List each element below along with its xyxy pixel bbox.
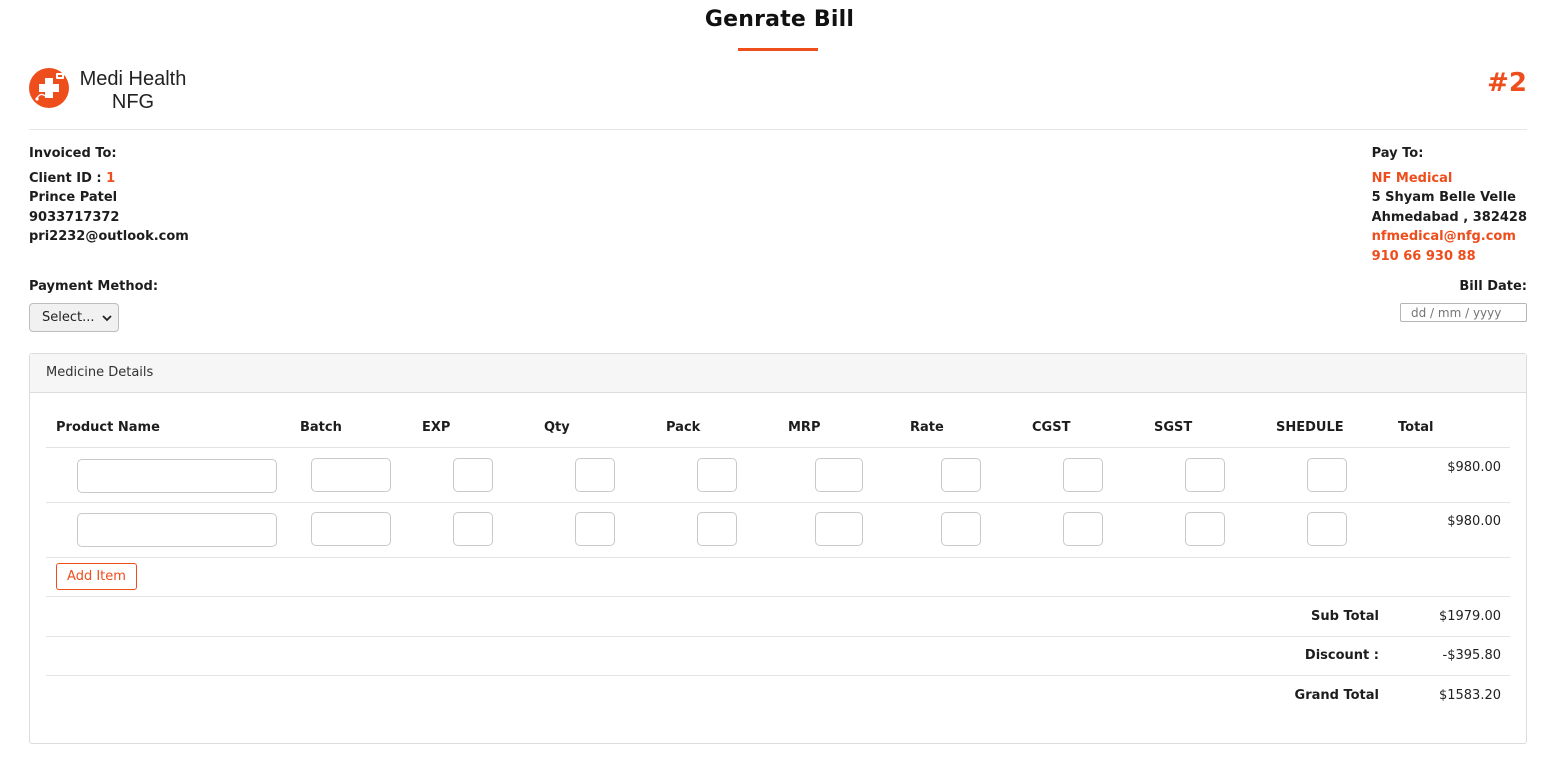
col-header-qty: Qty xyxy=(544,420,570,435)
cgst-input[interactable] xyxy=(1063,458,1103,492)
batch-input[interactable] xyxy=(311,458,391,492)
invoiced-to-block: Invoiced To: Client ID : 1 Prince Patel … xyxy=(29,144,189,247)
page-title: Genrate Bill xyxy=(704,7,855,32)
col-header-mrp: MRP xyxy=(788,420,821,435)
cgst-input[interactable] xyxy=(1063,512,1103,546)
col-header-batch: Batch xyxy=(300,420,342,435)
qty-input[interactable] xyxy=(575,458,615,492)
pay-to-heading: Pay To: xyxy=(1371,146,1424,161)
row-total: $980.00 xyxy=(1447,460,1501,475)
summary-divider xyxy=(46,636,1510,637)
medicine-details-card: Medicine Details xyxy=(29,353,1527,744)
qty-input[interactable] xyxy=(575,512,615,546)
product-name-input[interactable] xyxy=(77,513,277,547)
add-item-button[interactable]: Add Item xyxy=(56,563,137,590)
payee-address-line1: 5 Shyam Belle Velle xyxy=(1371,190,1516,205)
invoice-number: #2 xyxy=(1487,68,1527,98)
pay-to-block: Pay To: NF Medical 5 Shyam Belle Velle A… xyxy=(1372,144,1527,266)
client-id-label: Client ID : xyxy=(29,170,107,186)
brand-name-line1: Medi Health xyxy=(79,68,187,90)
client-phone: 9033717372 xyxy=(29,209,120,225)
brand-name-line2: NFG xyxy=(111,91,155,113)
col-header-pack: Pack xyxy=(666,420,701,435)
rate-input[interactable] xyxy=(941,512,981,546)
table-header-divider xyxy=(46,447,1510,448)
col-header-product-name: Product Name xyxy=(56,420,160,435)
col-header-exp: EXP xyxy=(422,420,451,435)
subtotal-value: $1979.00 xyxy=(1438,609,1501,624)
bill-date-label: Bill Date: xyxy=(1459,279,1527,294)
client-name: Prince Patel xyxy=(29,190,118,205)
client-id-value: 1 xyxy=(106,170,116,186)
col-header-shedule: SHEDULE xyxy=(1276,420,1344,435)
shedule-input[interactable] xyxy=(1307,458,1347,492)
exp-input[interactable] xyxy=(453,458,493,492)
mrp-input[interactable] xyxy=(815,512,863,546)
shedule-input[interactable] xyxy=(1307,512,1347,546)
row-divider xyxy=(46,557,1510,558)
discount-value: -$395.80 xyxy=(1442,648,1501,663)
batch-input[interactable] xyxy=(311,512,391,546)
sgst-input[interactable] xyxy=(1185,458,1225,492)
medicine-details-title: Medicine Details xyxy=(30,354,1526,393)
summary-divider xyxy=(46,675,1510,676)
grand-total-label: Grand Total xyxy=(1294,688,1379,703)
subtotal-label: Sub Total xyxy=(1311,609,1379,624)
client-email: pri2232@outlook.com xyxy=(29,229,189,244)
discount-label: Discount : xyxy=(1304,648,1379,663)
chevron-down-icon xyxy=(101,314,112,321)
title-underline xyxy=(738,48,818,51)
col-header-sgst: SGST xyxy=(1154,420,1193,435)
row-total: $980.00 xyxy=(1447,514,1501,529)
summary-divider xyxy=(46,596,1510,597)
pack-input[interactable] xyxy=(697,458,737,492)
exp-input[interactable] xyxy=(453,512,493,546)
client-id-line: Client ID : 1 xyxy=(29,169,189,189)
rate-input[interactable] xyxy=(941,458,981,492)
col-header-rate: Rate xyxy=(910,420,944,435)
brand-name: Medi Health NFG xyxy=(72,68,194,114)
col-header-total: Total xyxy=(1398,420,1434,435)
payee-phone: 910 66 930 88 xyxy=(1371,248,1476,264)
payment-method-value: Select... xyxy=(42,310,95,325)
payee-email: nfmedical@nfg.com xyxy=(1371,229,1516,244)
medical-cross-logo-icon xyxy=(29,68,69,108)
sgst-input[interactable] xyxy=(1185,512,1225,546)
payee-address-line2: Ahmedabad , 382428 xyxy=(1371,209,1527,225)
invoiced-to-heading: Invoiced To: xyxy=(29,146,117,161)
col-header-cgst: CGST xyxy=(1032,420,1071,435)
grand-total-value: $1583.20 xyxy=(1438,688,1501,703)
payment-method-label: Payment Method: xyxy=(29,279,159,294)
payment-method-select[interactable]: Select... xyxy=(29,303,119,332)
mrp-input[interactable] xyxy=(815,458,863,492)
bill-date-input[interactable] xyxy=(1400,303,1527,322)
header-divider xyxy=(29,129,1527,130)
payee-name: NF Medical xyxy=(1371,170,1453,186)
pack-input[interactable] xyxy=(697,512,737,546)
row-divider xyxy=(46,502,1510,503)
product-name-input[interactable] xyxy=(77,459,277,493)
